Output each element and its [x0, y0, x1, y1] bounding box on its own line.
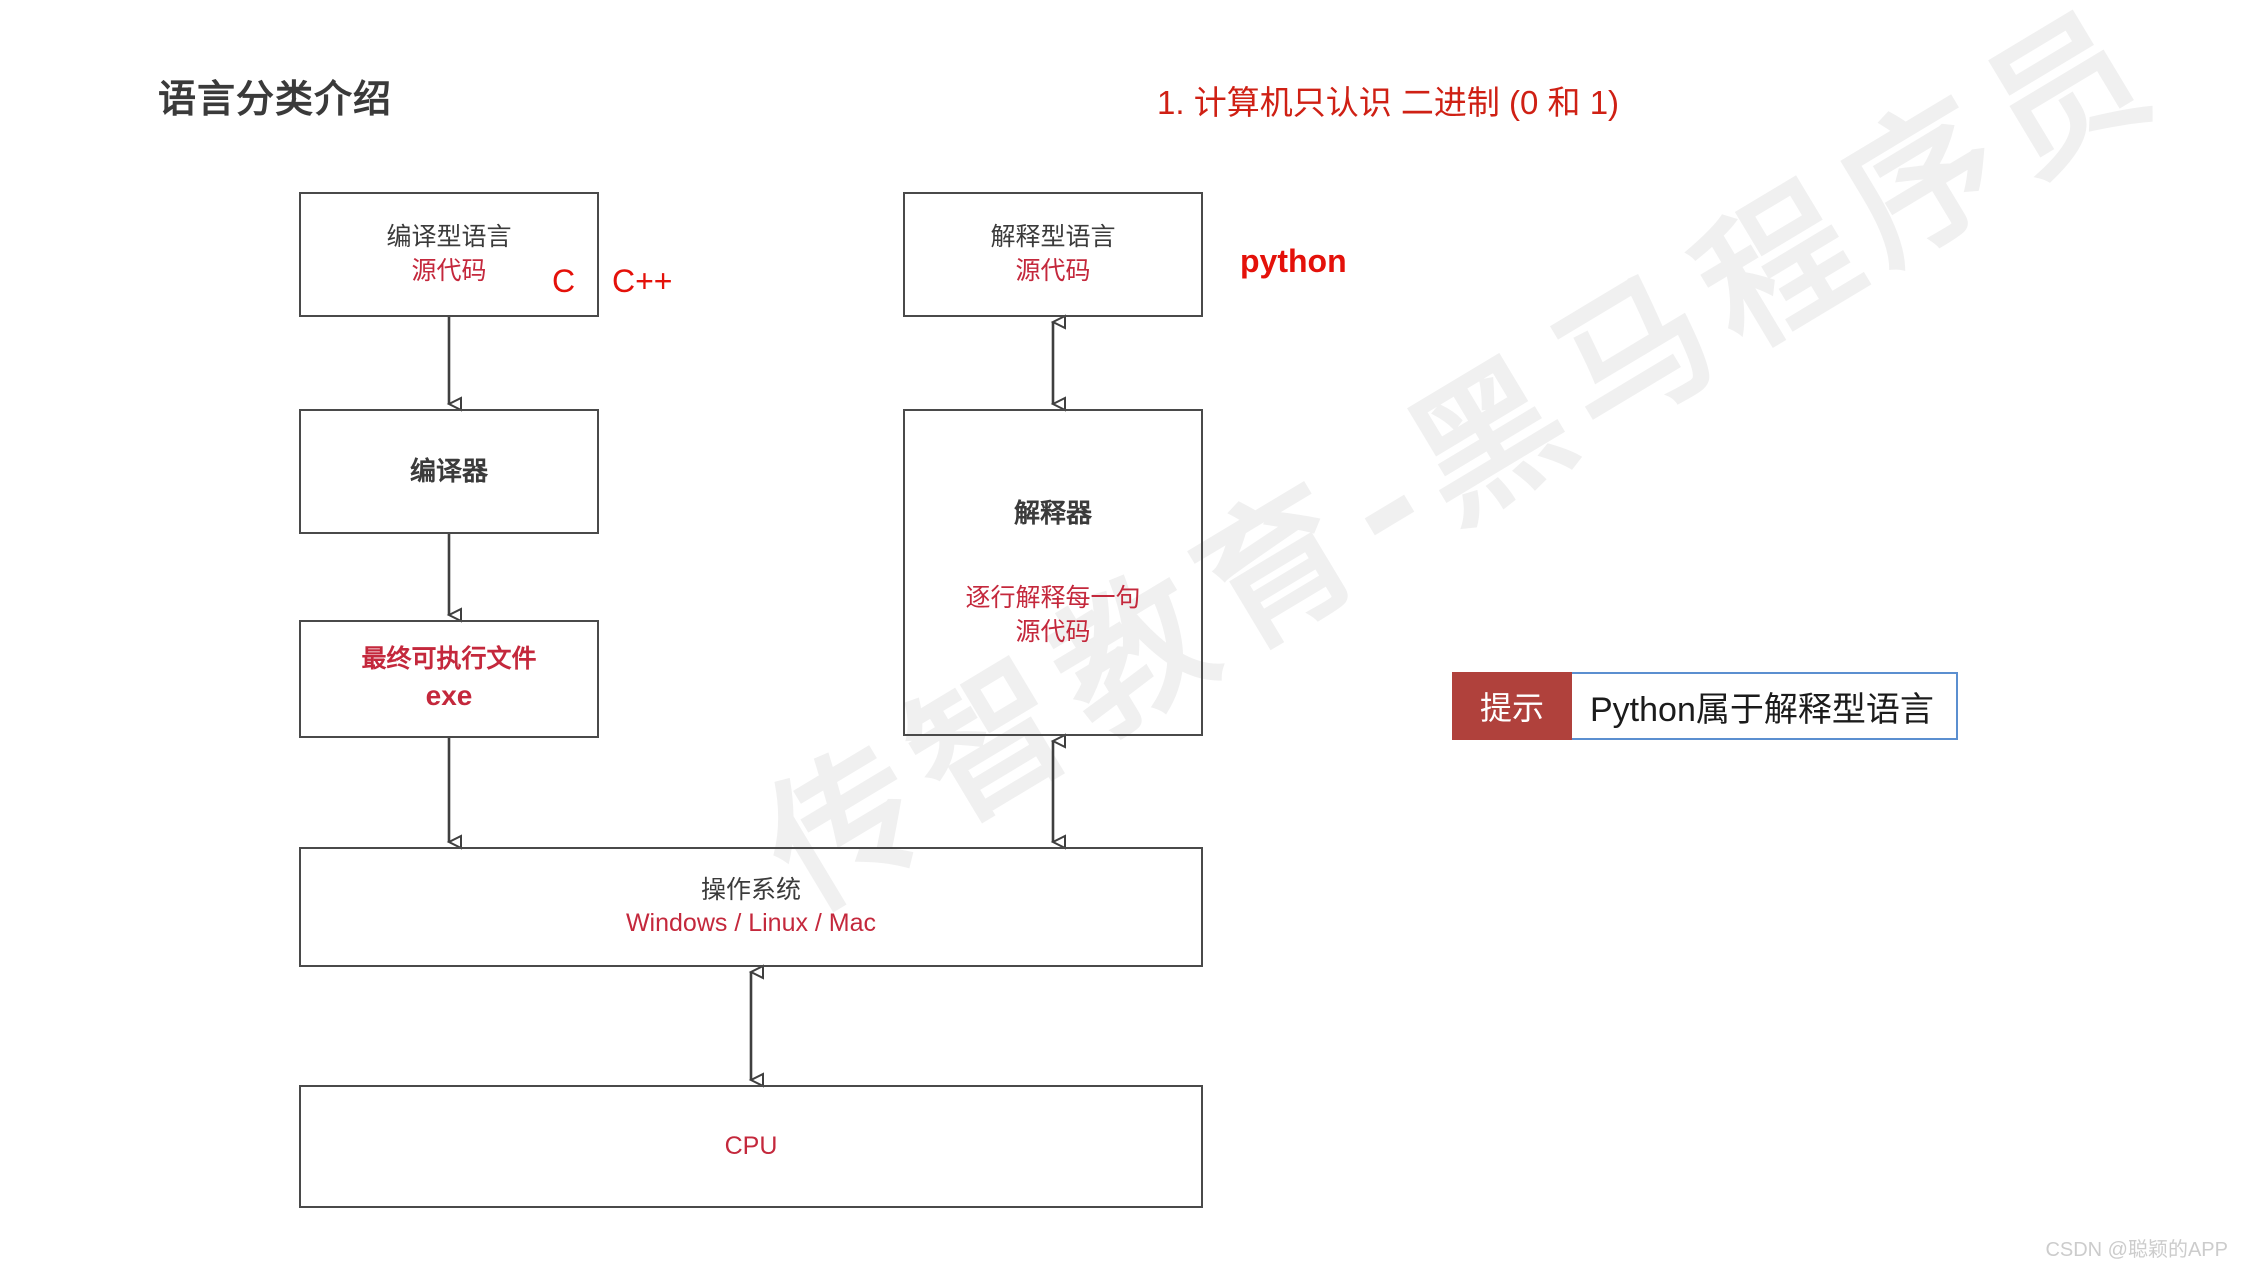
box-interpreter-line2: 逐行解释每一句	[965, 584, 1141, 613]
box-operating-system: 操作系统 Windows / Linux / Mac	[299, 847, 1203, 967]
box-interpreted-language-source: 解释型语言 源代码	[903, 192, 1203, 317]
box-operating-system-line2: Windows / Linux / Mac	[625, 909, 877, 937]
box-compiled-language-source-line1: 编译型语言	[386, 223, 512, 251]
binary-note: 1. 计算机只认识 二进制 (0 和 1)	[1157, 84, 1620, 121]
box-interpreter: 解释器 逐行解释每一句 源代码	[903, 409, 1203, 736]
box-operating-system-line1: 操作系统	[700, 875, 801, 904]
box-executable-file-line2: exe	[425, 679, 473, 711]
box-interpreted-language-source-line2: 源代码	[1015, 256, 1091, 285]
box-executable-file: 最终可执行文件 exe	[299, 620, 599, 738]
csdn-watermark: CSDN @聪颖的APP	[2045, 1239, 2228, 1261]
tip-text: Python属于解释型语言	[1572, 672, 1958, 740]
tip-label: 提示	[1452, 672, 1572, 740]
box-compiler: 编译器	[299, 409, 599, 534]
box-interpreter-line3: 源代码	[1015, 617, 1091, 646]
box-interpreted-language-source-line1: 解释型语言	[990, 223, 1116, 251]
box-compiled-language-source-line2: 源代码	[411, 256, 487, 285]
box-executable-file-line1: 最终可执行文件	[361, 645, 537, 674]
box-cpu: CPU	[299, 1085, 1203, 1208]
box-cpu-label: CPU	[724, 1131, 778, 1160]
annotation-cpp: C++	[612, 263, 673, 299]
page-title: 语言分类介绍	[158, 79, 393, 121]
slide-canvas: 传智教育-黑马程序员 语言分类介绍 1. 计算机只认识 二进制 (0 和 1)	[0, 0, 2246, 1272]
box-compiler-label: 编译器	[409, 456, 488, 487]
annotation-c: C	[552, 263, 576, 299]
annotation-python: python	[1240, 243, 1347, 279]
box-interpreter-label: 解释器	[1013, 497, 1092, 528]
tip-callout: 提示 Python属于解释型语言	[1452, 672, 1958, 740]
brand-watermark: 传智教育-黑马程序员	[700, 0, 2190, 942]
